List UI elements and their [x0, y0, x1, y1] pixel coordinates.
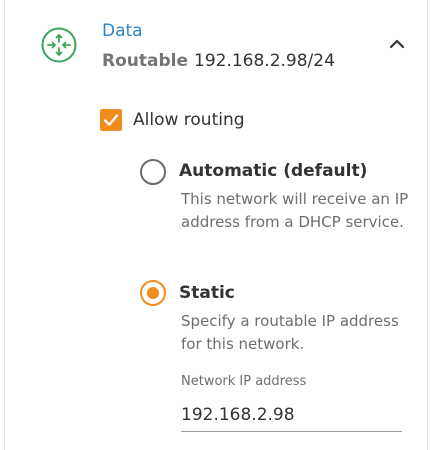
network-summary: Routable 192.168.2.98/24 [102, 51, 335, 71]
network-address: 192.168.2.98/24 [194, 51, 335, 71]
radio-static-label: Static [179, 283, 235, 303]
network-ip-label: Network IP address [181, 374, 307, 389]
radio-automatic[interactable] [140, 159, 166, 185]
radio-selected-dot [147, 287, 159, 299]
radio-automatic-label: Automatic (default) [179, 161, 368, 181]
radio-static[interactable] [140, 280, 166, 306]
radio-automatic-description: This network will receive an IP address … [181, 190, 409, 231]
network-panel: Data Routable 192.168.2.98/24 Allow routi… [4, 0, 428, 450]
network-ip-input[interactable] [181, 398, 402, 432]
network-name: Data [102, 21, 143, 41]
radio-static-description: Specify a routable IP address for this n… [181, 312, 399, 353]
checkmark-icon [103, 114, 119, 126]
chevron-up-icon[interactable] [383, 30, 411, 58]
router-icon [41, 27, 77, 63]
network-mode: Routable [102, 51, 188, 71]
allow-routing-label: Allow routing [133, 110, 245, 130]
allow-routing-checkbox[interactable] [100, 109, 122, 131]
